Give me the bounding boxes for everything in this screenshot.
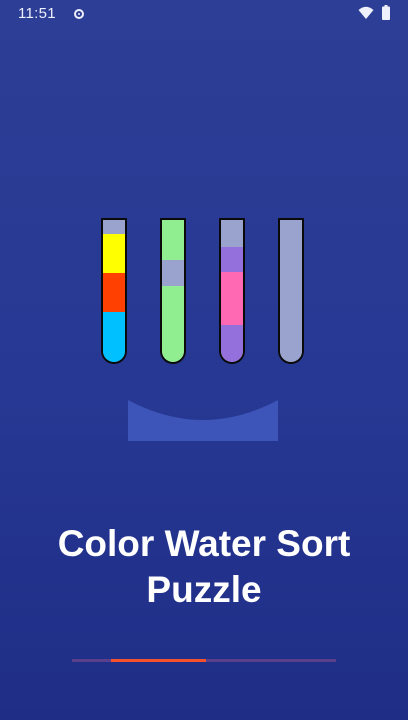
loading-progress-track — [72, 659, 336, 662]
tube-2-layer — [162, 220, 184, 260]
tube-3-layer — [221, 272, 243, 325]
tube-1-layer — [103, 234, 125, 273]
wifi-icon — [358, 6, 374, 19]
tube-2 — [160, 218, 186, 364]
tube-4 — [278, 218, 304, 364]
tube-3-layer — [221, 247, 243, 272]
tube-1 — [101, 218, 127, 364]
tube-stand — [128, 400, 278, 441]
battery-icon — [382, 5, 390, 20]
tube-2-layer — [162, 286, 184, 362]
status-time: 11:51 — [18, 5, 56, 22]
tube-2-layer — [162, 260, 184, 286]
tube-1-layer — [103, 273, 125, 312]
tube-3-layer — [221, 220, 243, 247]
tube-3-layer — [221, 325, 243, 362]
tube-3 — [219, 218, 245, 364]
tube-1-layer — [103, 220, 125, 234]
loading-progress-fill — [111, 659, 206, 662]
status-bar: 11:51 — [0, 0, 408, 28]
location-icon — [74, 9, 84, 19]
tube-1-layer — [103, 312, 125, 362]
app-title: Color Water Sort Puzzle — [57, 523, 351, 610]
tube-4-layer — [280, 220, 302, 362]
